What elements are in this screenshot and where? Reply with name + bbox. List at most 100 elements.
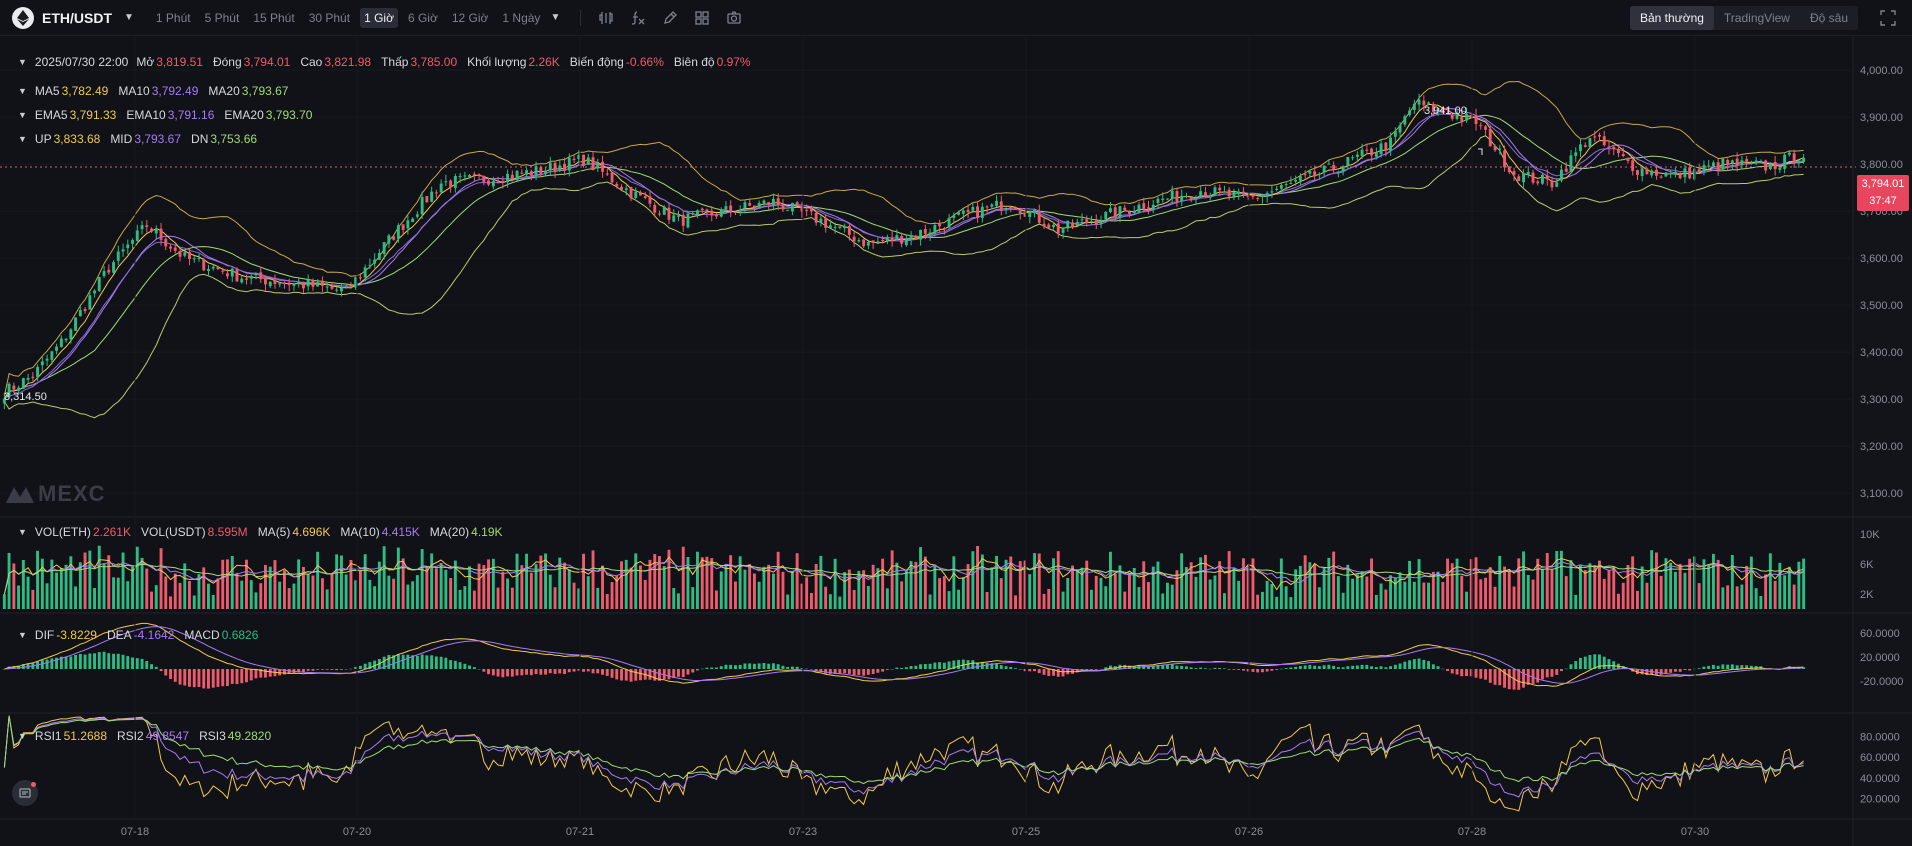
volume-bar — [582, 553, 585, 609]
volume-bar — [491, 558, 495, 609]
collapse-icon[interactable]: ▼ — [18, 731, 27, 741]
interval-dropdown-icon[interactable]: ▼ — [550, 12, 560, 23]
candlestick-chart[interactable]: 4,000.003,900.003,800.003,700.003,600.00… — [0, 37, 1912, 846]
interval-1d[interactable]: 1 Ngày — [498, 8, 544, 28]
symbol-selector[interactable]: ETH/USDT ▼ — [12, 6, 134, 29]
candle-body — [31, 376, 35, 378]
collapse-icon[interactable]: ▼ — [18, 57, 27, 67]
candle-body — [1512, 171, 1516, 175]
macd-bar — [401, 654, 405, 669]
candle-body — [957, 212, 960, 215]
rsi3-value: 49.2820 — [227, 729, 272, 743]
candle-body — [268, 281, 272, 287]
volume-bar — [1588, 563, 1592, 609]
volume-bar — [1028, 574, 1032, 609]
macd-bar — [1707, 665, 1711, 669]
view-standard[interactable]: Bản thường — [1629, 6, 1714, 30]
macd-bar — [1341, 667, 1345, 669]
macd-bar — [1317, 666, 1321, 669]
candle-body — [283, 282, 286, 284]
volume-bar — [601, 565, 604, 609]
ema5-label: EMA5 — [34, 108, 68, 122]
volume-bar — [482, 565, 486, 609]
camera-icon[interactable] — [723, 7, 745, 29]
volume-bar — [1042, 593, 1046, 609]
candle-body — [344, 285, 348, 287]
dif-label: DIF — [34, 628, 55, 642]
candle-body — [748, 202, 752, 206]
volume-bar — [93, 588, 96, 609]
macd-bar — [843, 669, 847, 674]
volume-bar — [1631, 556, 1635, 609]
interval-12h[interactable]: 12 Giờ — [448, 8, 493, 28]
collapse-icon[interactable]: ▼ — [18, 630, 27, 640]
volume-bar — [795, 553, 799, 609]
candle-body — [1094, 220, 1098, 225]
candle-body — [843, 226, 847, 229]
macd-bar — [1669, 669, 1673, 673]
macd-bar — [1061, 669, 1065, 677]
collapse-icon[interactable]: ▼ — [18, 134, 27, 144]
candle-body — [1716, 162, 1720, 171]
macd-bar — [553, 669, 557, 674]
interval-tabs: 1 Phút 5 Phút 15 Phút 30 Phút 1 Giờ 6 Gi… — [152, 7, 560, 28]
macd-bar — [415, 655, 419, 669]
candle-body — [1707, 165, 1711, 167]
pencil-icon[interactable] — [659, 7, 681, 29]
volume-bar — [1598, 560, 1601, 609]
macd-bar — [734, 665, 737, 669]
interval-1h[interactable]: 1 Giờ — [360, 7, 398, 28]
interval-1m[interactable]: 1 Phút — [152, 8, 195, 28]
candle-body — [1075, 222, 1079, 226]
candle-body — [952, 215, 956, 218]
candle-body — [1488, 128, 1492, 147]
macd-bar — [885, 669, 889, 670]
macd-bar — [1294, 666, 1298, 669]
fullscreen-icon[interactable] — [1878, 8, 1898, 28]
candle-body — [449, 180, 453, 187]
volume-bar — [102, 563, 106, 609]
candle-body — [1175, 191, 1179, 202]
macd-bar — [387, 654, 391, 669]
macd-bar — [1175, 665, 1179, 669]
candle-body — [12, 385, 16, 390]
macd-bar — [1374, 667, 1378, 669]
view-depth[interactable]: Độ sâu — [1800, 6, 1858, 30]
volume-bar — [1783, 575, 1787, 609]
candle-body — [1617, 149, 1620, 154]
macd-bar — [544, 669, 547, 675]
interval-6h[interactable]: 6 Giờ — [404, 8, 442, 28]
candle-body — [1474, 115, 1478, 124]
volume-bar — [1346, 564, 1350, 609]
candle-body — [131, 240, 134, 244]
candle-body — [677, 215, 680, 217]
indicator-icon[interactable] — [595, 7, 617, 29]
function-icon[interactable] — [627, 7, 649, 29]
view-tradingview[interactable]: TradingView — [1714, 6, 1800, 30]
candle-body — [705, 209, 709, 212]
chevron-down-icon[interactable]: ▼ — [124, 12, 134, 23]
collapse-icon[interactable]: ▼ — [18, 86, 27, 96]
interval-15m[interactable]: 15 Phút — [249, 8, 298, 28]
layout-grid-icon[interactable] — [691, 7, 713, 29]
candle-body — [738, 209, 742, 211]
candle-body — [406, 220, 410, 229]
collapse-icon[interactable]: ▼ — [18, 110, 27, 120]
candle-body — [1360, 149, 1364, 156]
collapse-icon[interactable]: ▼ — [18, 527, 27, 537]
volume-bar — [900, 581, 904, 609]
candle-body — [83, 309, 87, 312]
volume-bar — [791, 571, 794, 609]
candle-body — [482, 175, 486, 182]
candle-body — [1664, 172, 1668, 177]
volume-bar — [729, 555, 733, 609]
candle-body — [895, 235, 899, 240]
interval-5m[interactable]: 5 Phút — [201, 8, 244, 28]
interval-30m[interactable]: 30 Phút — [305, 8, 354, 28]
volume-bar — [1199, 557, 1203, 609]
alert-button[interactable] — [12, 780, 38, 806]
volume-bar — [387, 575, 391, 609]
candle-body — [928, 232, 932, 236]
candle-body — [491, 180, 495, 187]
volume-bar — [1180, 553, 1184, 609]
